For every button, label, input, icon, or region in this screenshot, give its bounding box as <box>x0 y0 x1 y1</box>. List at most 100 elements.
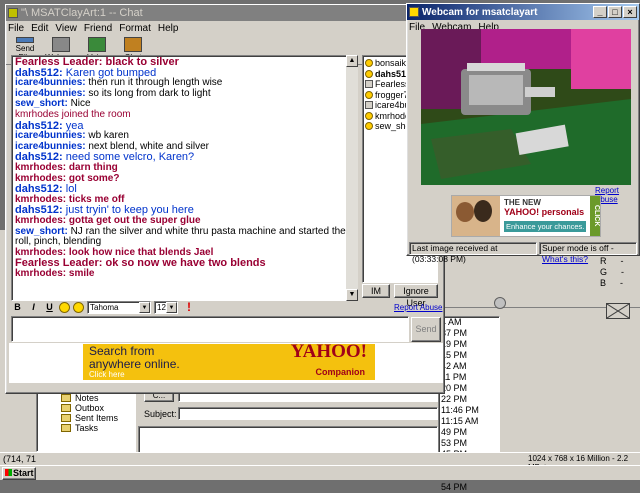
time-cell: 49 PM <box>441 427 468 437</box>
smiley-icon[interactable] <box>59 301 70 313</box>
color-info-panel: R-G-B- <box>596 256 640 319</box>
chat-menu-format[interactable]: Format <box>119 23 151 34</box>
chat-title-bar[interactable]: "\ MSATClayArt:1 -- Chat <box>6 5 444 21</box>
whats-this-link[interactable]: What's this? <box>542 254 588 264</box>
font-select[interactable]: Tahoma ▼ <box>87 300 151 314</box>
chat-message-user: kmrhodes: <box>15 161 67 173</box>
folder-item[interactable]: Tasks <box>37 423 135 433</box>
folder-icon <box>61 424 71 432</box>
chat-message-text: ticks me off <box>68 193 125 205</box>
webcam-window[interactable]: Webcam for msatclayart _ □ × File Webcam H… <box>406 3 640 264</box>
voice-icon <box>88 37 106 52</box>
time-cell: 11:15 AM <box>441 416 479 426</box>
webcam-report-abuse-link[interactable]: Report Abuse <box>595 186 639 204</box>
chat-message-user: kmrhodes: <box>15 214 67 226</box>
super-mode-text: Super mode is off - <box>542 243 614 253</box>
time-cell: 19 PM <box>441 339 468 349</box>
folder-item[interactable]: Outbox <box>37 403 135 413</box>
chat-message-user: sew_short: <box>15 98 68 110</box>
color-icon[interactable] <box>73 301 84 313</box>
webcam-status-bar: Last image received at (03:33:08 PM) Sup… <box>409 242 639 264</box>
send-file-icon <box>16 37 34 43</box>
format-toolbar: B I U Tahoma ▼ 12 ▼ ! <box>11 299 441 315</box>
user-status-icon <box>365 122 373 131</box>
chevron-down-icon[interactable]: ▼ <box>139 301 150 313</box>
chat-message-text: next blend, white and silver <box>88 140 209 152</box>
chat-message-text: look how nice that blends Jael <box>68 246 214 258</box>
folder-item[interactable]: Notes <box>37 393 135 403</box>
rgb-label: R <box>600 256 607 266</box>
folder-tree: Notes Outbox Sent Items Tasks <box>36 392 136 452</box>
time-cell: 4 AM <box>441 317 462 327</box>
windows-logo-icon <box>5 469 12 476</box>
chat-message-text: then run it through length wise <box>88 77 223 89</box>
folder-label: Tasks <box>75 423 99 433</box>
underline-button[interactable]: U <box>43 301 56 314</box>
maximize-icon[interactable]: □ <box>608 6 622 18</box>
rgb-label: G <box>600 267 608 277</box>
start-button[interactable]: Start <box>2 467 36 480</box>
background-icon[interactable] <box>494 297 506 309</box>
time-cell: 15 PM <box>441 350 468 360</box>
chat-message-user: kmrhodes: <box>15 246 67 258</box>
rgb-row: R- <box>596 256 640 267</box>
chat-message-text: so its long from dark to light <box>88 87 211 99</box>
font-select-value: Tahoma <box>90 302 119 312</box>
time-cell: 42 AM <box>441 361 467 371</box>
chat-message-user: kmrhodes: <box>15 193 67 205</box>
font-size-select[interactable]: 12 ▼ <box>154 300 178 314</box>
chat-title: "\ MSATClayArt:1 -- Chat <box>21 7 143 19</box>
chat-message-text: got some? <box>68 172 120 184</box>
message-time-list[interactable]: 4 AM 37 PM 19 PM 15 PM 42 AM 11 PM 20 PM 22 PM 1… <box>438 316 500 492</box>
chat-window[interactable]: "\ MSATClayArt:1 -- Chat File Edit View Fri… <box>5 4 445 394</box>
chat-menu-file[interactable]: File <box>8 23 24 34</box>
chat-message-user: icare4bunnies: <box>15 77 86 89</box>
chat-icon <box>124 37 142 52</box>
folder-label: Sent Items <box>75 413 119 423</box>
taskbar: Start <box>0 465 640 480</box>
folder-icon <box>61 394 71 402</box>
italic-button[interactable]: I <box>27 301 40 314</box>
folder-item[interactable]: Sent Items <box>37 413 135 423</box>
chat-menu-edit[interactable]: Edit <box>31 23 48 34</box>
color-preview-box <box>606 303 630 319</box>
im-button[interactable]: IM <box>362 284 390 298</box>
scroll-up-icon[interactable]: ▲ <box>346 55 358 67</box>
alert-icon[interactable]: ! <box>187 301 195 313</box>
chat-message-text: darn thing <box>68 161 118 173</box>
chat-message-text: gotta get out the super glue <box>68 214 201 226</box>
ignore-user-button[interactable]: Ignore User <box>394 284 438 308</box>
chat-menu-view[interactable]: View <box>55 23 77 34</box>
webcam-title-bar[interactable]: Webcam for msatclayart _ □ × <box>407 4 639 20</box>
bold-button[interactable]: B <box>11 301 24 314</box>
ad-brand: YAHOO! <box>290 341 367 362</box>
yahoo-companion-ad[interactable]: Search from anywhere online. Click here … <box>83 341 375 380</box>
minimize-icon[interactable]: _ <box>593 6 607 18</box>
chat-message-user: icare4bunnies: <box>15 140 86 152</box>
chat-message-user: icare4bunnies: <box>15 87 86 99</box>
chat-message-pane[interactable]: Fearless Leader: black to silver dahs512:… <box>11 55 356 301</box>
subject-field[interactable] <box>178 407 438 420</box>
user-status-icon <box>365 69 373 78</box>
time-cell: 11:46 PM <box>441 405 479 415</box>
chat-menu-friend[interactable]: Friend <box>84 23 112 34</box>
chat-menu-help[interactable]: Help <box>158 23 179 34</box>
rgb-label: B <box>600 278 607 288</box>
webcam-image <box>421 29 631 185</box>
yahoo-personals-ad[interactable]: THE NEW YAHOO! personals Enhance your ch… <box>451 195 601 237</box>
chat-scrollbar[interactable]: ▲ ▼ <box>346 55 358 301</box>
send-button[interactable]: Send <box>411 317 441 342</box>
chat-message-user: icare4bunnies: <box>15 130 86 142</box>
chat-message-user: sew_short: <box>15 225 68 237</box>
last-image-status: Last image received at (03:33:08 PM) <box>409 242 537 264</box>
close-icon[interactable]: × <box>623 6 637 18</box>
background-status-bar: (714, 71 1024 x 768 x 16 Million - 2.2 M… <box>0 452 640 472</box>
chat-message-text: smile <box>68 267 95 279</box>
chat-ad-banner[interactable]: Search from anywhere online. Click here … <box>9 341 443 383</box>
time-cell: 54 PM <box>441 482 468 492</box>
chevron-down-icon[interactable]: ▼ <box>166 301 177 313</box>
message-input[interactable] <box>11 316 409 342</box>
chat-message: sew_short: NJ ran the silver and white t… <box>15 225 352 248</box>
chat-menu-bar: File Edit View Friend Format Help <box>6 21 444 35</box>
chat-app-icon <box>8 8 18 18</box>
